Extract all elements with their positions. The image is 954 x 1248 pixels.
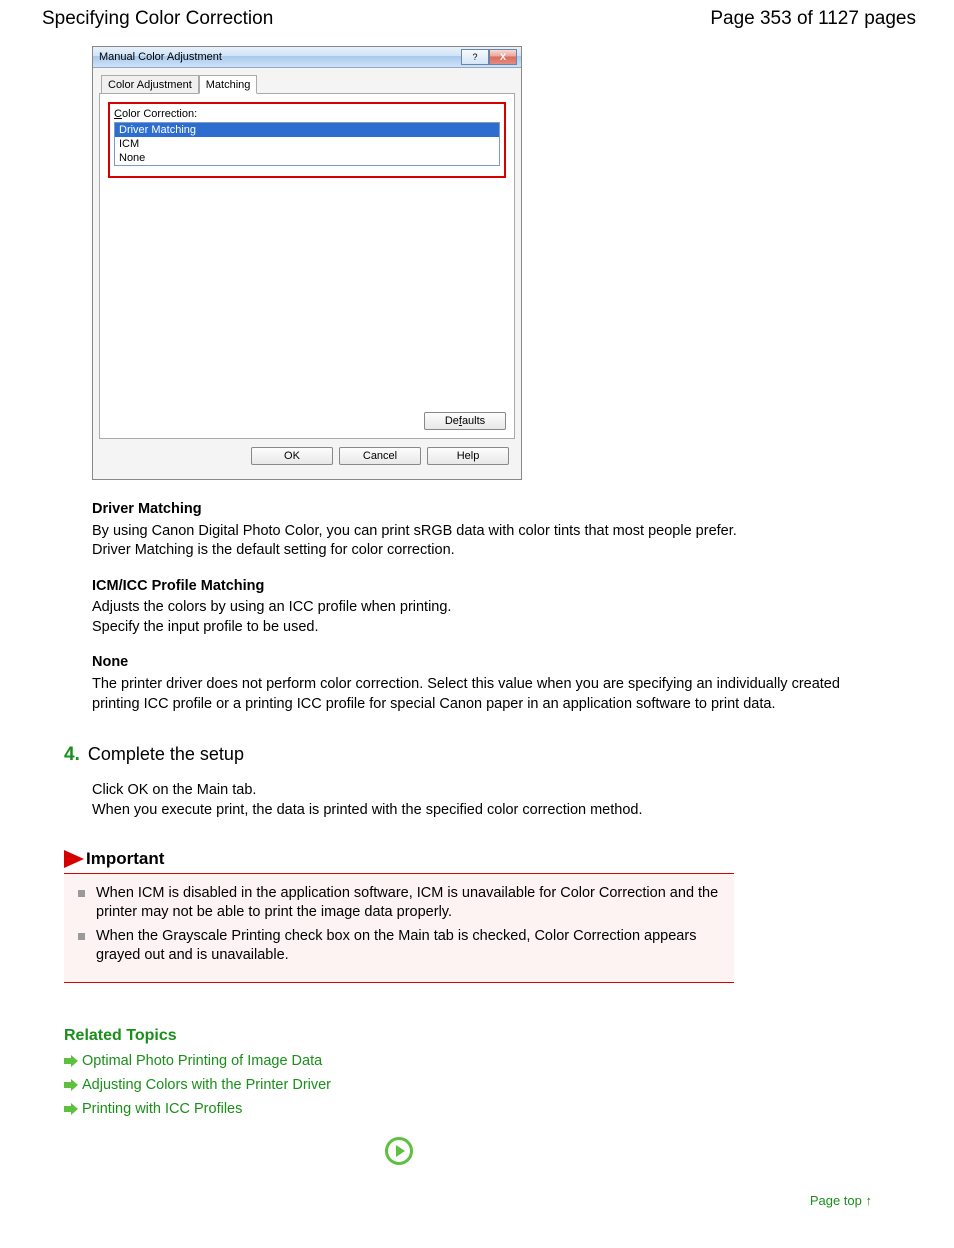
color-correction-label: Color Correction:	[114, 108, 500, 120]
close-icon[interactable]: X	[489, 49, 517, 65]
desc-icm: ICM/ICC Profile Matching Adjusts the col…	[92, 577, 882, 638]
dialog-manual-color-adjustment: Manual Color Adjustment ? X Color Adjust…	[92, 46, 522, 480]
desc-driver-matching: Driver Matching By using Canon Digital P…	[92, 500, 882, 561]
arrow-icon	[64, 1103, 78, 1115]
tab-color-adjustment[interactable]: Color Adjustment	[101, 75, 199, 94]
step-body: Click OK on the Main tab. When you execu…	[92, 780, 912, 821]
ok-button[interactable]: OK	[251, 447, 333, 465]
important-heading: Important	[64, 849, 734, 874]
related-link[interactable]: Optimal Photo Printing of Image Data	[64, 1053, 912, 1069]
related-link[interactable]: Adjusting Colors with the Printer Driver	[64, 1077, 912, 1093]
page-counter: Page 353 of 1127 pages	[710, 8, 916, 30]
page-title: Specifying Color Correction	[42, 8, 273, 30]
option-none[interactable]: None	[115, 151, 499, 165]
flag-icon	[64, 850, 84, 868]
arrow-icon	[64, 1079, 78, 1091]
related-topics-heading: Related Topics	[64, 1027, 912, 1045]
tab-matching[interactable]: Matching	[199, 75, 258, 94]
dialog-titlebar: Manual Color Adjustment ? X	[93, 47, 521, 68]
color-correction-list[interactable]: Driver Matching ICM None	[114, 122, 500, 166]
help-icon[interactable]: ?	[461, 49, 489, 65]
page-top-link[interactable]: Page top ↑	[42, 1193, 872, 1208]
step-number: 4.	[64, 744, 80, 766]
cancel-button[interactable]: Cancel	[339, 447, 421, 465]
help-button[interactable]: Help	[427, 447, 509, 465]
dialog-title: Manual Color Adjustment	[99, 51, 222, 63]
step-4: 4. Complete the setup	[64, 744, 912, 766]
defaults-button[interactable]: Defaults	[424, 412, 506, 430]
up-arrow-icon: ↑	[866, 1193, 873, 1208]
related-link[interactable]: Printing with ICC Profiles	[64, 1101, 912, 1117]
next-icon[interactable]	[385, 1137, 413, 1165]
important-box: When ICM is disabled in the application …	[64, 874, 734, 983]
important-item: When the Grayscale Printing check box on…	[76, 927, 722, 966]
option-driver-matching[interactable]: Driver Matching	[115, 123, 499, 137]
color-correction-group: Color Correction: Driver Matching ICM No…	[108, 102, 506, 178]
step-title: Complete the setup	[88, 744, 244, 765]
desc-none: None The printer driver does not perform…	[92, 653, 882, 714]
arrow-icon	[64, 1055, 78, 1067]
important-item: When ICM is disabled in the application …	[76, 884, 722, 923]
option-icm[interactable]: ICM	[115, 137, 499, 151]
tab-panel-matching: Color Correction: Driver Matching ICM No…	[99, 93, 515, 439]
